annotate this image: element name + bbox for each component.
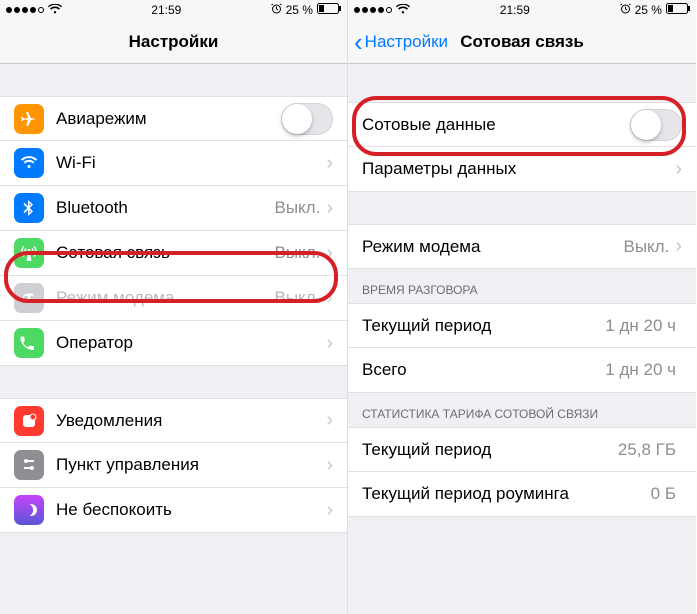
- phone-cellular: 21:59 25 % ‹ Настройки Сотовая связь Сот…: [348, 0, 696, 614]
- label: Не беспокоить: [56, 500, 326, 520]
- value: 1 дн 20 ч: [605, 360, 676, 380]
- header-call-time: ВРЕМЯ РАЗГОВОРА: [348, 269, 696, 303]
- alarm-icon: [620, 3, 631, 17]
- wifi-icon: [48, 3, 62, 17]
- row-control-center[interactable]: Пункт управления ›: [0, 443, 347, 488]
- phone-settings-root: 21:59 25 % Настройки Авиарежим Wi-Fi: [0, 0, 348, 614]
- nav-title: Настройки: [129, 32, 219, 52]
- value: Выкл.: [274, 288, 320, 308]
- row-stats-current: Текущий период 25,8 ГБ: [348, 427, 696, 472]
- status-time: 21:59: [151, 3, 181, 17]
- value: Выкл.: [623, 237, 669, 257]
- label: Bluetooth: [56, 198, 274, 218]
- alarm-icon: [271, 3, 282, 17]
- battery-text: 25 %: [635, 3, 662, 17]
- row-airplane[interactable]: Авиарежим: [0, 96, 347, 141]
- hotspot-icon: [14, 283, 44, 313]
- status-bar: 21:59 25 %: [348, 0, 696, 20]
- control-center-icon: [14, 450, 44, 480]
- label: Параметры данных: [362, 159, 675, 179]
- row-cellular-data[interactable]: Сотовые данные: [348, 102, 696, 147]
- label: Wi-Fi: [56, 153, 326, 173]
- label: Авиарежим: [56, 109, 281, 129]
- carrier-icon: [14, 328, 44, 358]
- back-button[interactable]: ‹ Настройки: [354, 29, 448, 55]
- chevron-icon: ›: [326, 242, 333, 265]
- back-label: Настройки: [365, 32, 448, 52]
- value: 0 Б: [651, 484, 676, 504]
- row-dnd[interactable]: Не беспокоить ›: [0, 488, 347, 533]
- nav-bar: ‹ Настройки Сотовая связь: [348, 20, 696, 64]
- cellular-icon: [14, 238, 44, 268]
- battery-text: 25 %: [286, 3, 313, 17]
- chevron-icon: ›: [326, 197, 333, 220]
- label: Текущий период: [362, 440, 618, 460]
- battery-icon: [317, 3, 341, 17]
- chevron-icon: ›: [675, 158, 682, 181]
- notifications-icon: [14, 406, 44, 436]
- label: Сотовые данные: [362, 115, 630, 135]
- label: Текущий период роуминга: [362, 484, 651, 504]
- status-bar: 21:59 25 %: [0, 0, 347, 20]
- dnd-icon: [14, 495, 44, 525]
- header-cell-stats: СТАТИСТИКА ТАРИФА СОТОВОЙ СВЯЗИ: [348, 393, 696, 427]
- nav-bar: Настройки: [0, 20, 347, 64]
- signal-dots: [354, 7, 392, 13]
- label: Всего: [362, 360, 605, 380]
- chevron-icon: ›: [326, 409, 333, 432]
- row-bluetooth[interactable]: Bluetooth Выкл. ›: [0, 186, 347, 231]
- label: Режим модема: [362, 237, 623, 257]
- row-current-period: Текущий период 1 дн 20 ч: [348, 303, 696, 348]
- value: Выкл.: [274, 243, 320, 263]
- row-cellular[interactable]: Сотовая связь Выкл. ›: [0, 231, 347, 276]
- label: Сотовая связь: [56, 243, 274, 263]
- chevron-icon: ›: [675, 235, 682, 258]
- chevron-icon: ›: [326, 332, 333, 355]
- value: 1 дн 20 ч: [605, 316, 676, 336]
- wifi-icon: [396, 3, 410, 17]
- row-total: Всего 1 дн 20 ч: [348, 348, 696, 393]
- chevron-icon: ›: [326, 454, 333, 477]
- wifi-settings-icon: [14, 148, 44, 178]
- airplane-icon: [14, 104, 44, 134]
- chevron-icon: ›: [326, 499, 333, 522]
- row-hotspot: Режим модема Выкл. ›: [0, 276, 347, 321]
- label: Текущий период: [362, 316, 605, 336]
- airplane-toggle[interactable]: [281, 103, 333, 135]
- row-hotspot[interactable]: Режим модема Выкл. ›: [348, 224, 696, 269]
- cellular-data-toggle[interactable]: [630, 109, 682, 141]
- status-time: 21:59: [500, 3, 530, 17]
- bluetooth-icon: [14, 193, 44, 223]
- row-data-options[interactable]: Параметры данных ›: [348, 147, 696, 192]
- chevron-left-icon: ‹: [354, 29, 363, 55]
- label: Пункт управления: [56, 455, 326, 475]
- chevron-icon: ›: [326, 287, 333, 310]
- row-notifications[interactable]: Уведомления ›: [0, 398, 347, 443]
- nav-title: Сотовая связь: [460, 32, 584, 52]
- label: Оператор: [56, 333, 326, 353]
- row-carrier[interactable]: Оператор ›: [0, 321, 347, 366]
- row-stats-roaming: Текущий период роуминга 0 Б: [348, 472, 696, 517]
- chevron-icon: ›: [326, 152, 333, 175]
- battery-icon: [666, 3, 690, 17]
- value: Выкл.: [274, 198, 320, 218]
- signal-dots: [6, 7, 44, 13]
- value: 25,8 ГБ: [618, 440, 676, 460]
- row-wifi[interactable]: Wi-Fi ›: [0, 141, 347, 186]
- label: Режим модема: [56, 288, 274, 308]
- label: Уведомления: [56, 411, 326, 431]
